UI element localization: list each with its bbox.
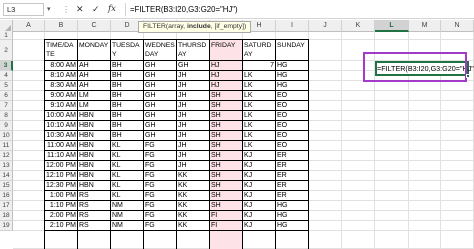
table-border-vertical: [110, 40, 111, 249]
row-header-4[interactable]: 4: [0, 71, 13, 81]
table-border-horizontal: [44, 60, 309, 61]
column-header-a[interactable]: A: [13, 20, 45, 32]
row-header-6[interactable]: 6: [0, 91, 13, 101]
table-border-horizontal: [44, 39, 309, 40]
table-border-vertical: [44, 40, 45, 249]
function-tooltip: FILTER(array, include, [if_empty]): [138, 21, 252, 33]
table-border-horizontal: [44, 190, 309, 191]
table-border-vertical: [176, 40, 177, 249]
select-all-triangle-icon: [5, 25, 11, 31]
row-header-19[interactable]: 19: [0, 221, 13, 231]
row-header-18[interactable]: 18: [0, 211, 13, 221]
fill-handle[interactable]: [466, 74, 470, 78]
table-header-time-date: TIME/DA TE: [46, 42, 74, 58]
column-header-j[interactable]: J: [309, 20, 342, 32]
column-header-n[interactable]: N: [441, 20, 474, 32]
row-header-2[interactable]: 2: [0, 40, 13, 61]
row-header-13[interactable]: 13: [0, 161, 13, 171]
more-options-icon[interactable]: ⋮: [62, 3, 70, 16]
tooltip-prefix: FILTER(array,: [143, 23, 187, 30]
row-header-11[interactable]: 11: [0, 141, 13, 151]
table-border-horizontal: [44, 80, 309, 81]
table-header-sunday: SUNDAY: [277, 42, 305, 49]
table-border-vertical: [209, 40, 210, 249]
table-border-horizontal: [44, 70, 309, 71]
table-header-saturday: SATURD AY: [244, 42, 272, 58]
row-header-3[interactable]: 3: [0, 61, 13, 71]
row-header-5[interactable]: 5: [0, 81, 13, 91]
row-header-1[interactable]: 1: [0, 32, 13, 40]
name-box[interactable]: L3: [3, 3, 44, 16]
select-all-button[interactable]: [0, 20, 13, 32]
row-header-8[interactable]: 8: [0, 111, 13, 121]
enter-formula-button[interactable]: ✓: [92, 3, 100, 16]
column-header-b[interactable]: B: [45, 20, 78, 32]
table-border-horizontal: [44, 210, 309, 211]
column-header-m[interactable]: M: [409, 20, 441, 32]
column-header-k[interactable]: K: [342, 20, 375, 32]
row-header-15[interactable]: 15: [0, 181, 13, 191]
table-border-horizontal: [44, 120, 309, 121]
table-border-horizontal: [44, 220, 309, 221]
table-header-tuesday: TUESDA Y: [112, 42, 140, 58]
table-header-friday: FRIDAY: [211, 42, 236, 49]
table-header-thursday: THURSD AY: [178, 42, 207, 58]
active-cell-text: =FILTER(B3:I20,G3:G20="HJ"): [377, 64, 474, 73]
table-border-horizontal: [44, 100, 309, 101]
table-border-horizontal: [44, 170, 309, 171]
row-header-9[interactable]: 9: [0, 121, 13, 131]
table-header-monday: MONDAY: [79, 42, 109, 49]
table-border-horizontal: [44, 200, 309, 201]
formula-bar: L3 ▾ ⋮ ✕ ✓ fx =FILTER(B3:I20,G3:G20="HJ"…: [0, 0, 474, 19]
table-border-horizontal: [44, 130, 309, 131]
row-header-12[interactable]: 12: [0, 151, 13, 161]
row-header-16[interactable]: 16: [0, 191, 13, 201]
column-header-c[interactable]: C: [78, 20, 111, 32]
row-header-14[interactable]: 14: [0, 171, 13, 181]
table-border-horizontal: [44, 180, 309, 181]
table-border-vertical: [242, 40, 243, 249]
table-border-horizontal: [44, 150, 309, 151]
insert-function-icon[interactable]: fx: [108, 3, 116, 16]
cancel-formula-button[interactable]: ✕: [76, 3, 84, 16]
table-border-vertical: [308, 40, 309, 249]
tooltip-suffix: , [if_empty]): [210, 23, 247, 30]
column-header-i[interactable]: I: [276, 20, 309, 32]
row-header-10[interactable]: 10: [0, 131, 13, 141]
table-header-wednesday: WEDNES DAY: [145, 42, 175, 58]
name-box-dropdown-icon[interactable]: ▾: [47, 3, 51, 16]
table-border-vertical: [77, 40, 78, 249]
table-border-horizontal: [44, 140, 309, 141]
table-border-horizontal: [44, 160, 309, 161]
row-header-7[interactable]: 7: [0, 101, 13, 111]
table-border-horizontal: [44, 90, 309, 91]
row-header-17[interactable]: 17: [0, 201, 13, 211]
column-header-l[interactable]: L: [375, 20, 409, 32]
table-border-horizontal: [44, 230, 309, 231]
tooltip-current-arg: include: [186, 23, 211, 30]
formula-input[interactable]: =FILTER(B3:I20,G3:G20="HJ"): [125, 3, 470, 16]
table-border-horizontal: [44, 110, 309, 111]
table-border-vertical: [143, 40, 144, 249]
table-border-vertical: [275, 40, 276, 249]
